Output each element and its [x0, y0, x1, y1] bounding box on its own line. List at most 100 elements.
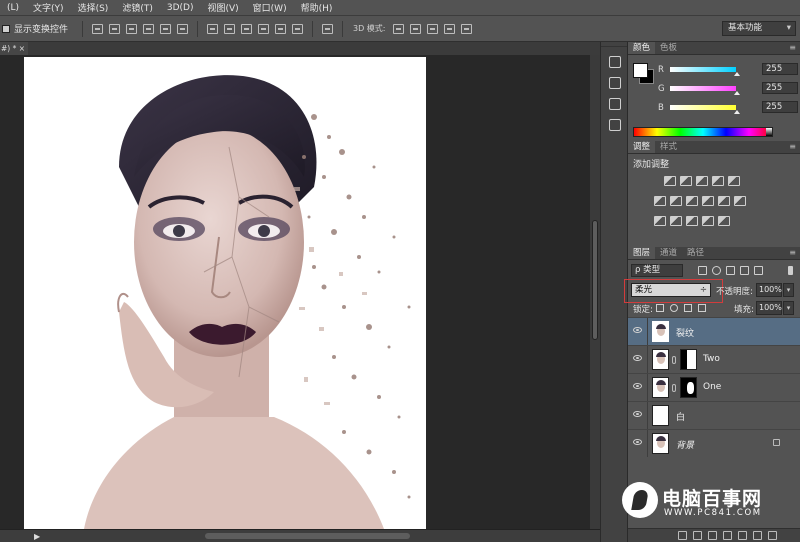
new-layer-icon[interactable]: [753, 531, 762, 540]
3d-roll-icon[interactable]: [409, 23, 421, 34]
black-white-icon[interactable]: [686, 196, 698, 206]
selective-color-icon[interactable]: [718, 216, 730, 226]
link-chain-icon[interactable]: [672, 356, 676, 364]
panel-menu-icon[interactable]: ≡: [789, 43, 796, 52]
color-balance-icon[interactable]: [670, 196, 682, 206]
info-icon[interactable]: [606, 117, 622, 131]
color-spectrum-bar[interactable]: [633, 127, 773, 137]
brightness-icon[interactable]: [664, 176, 676, 186]
visibility-eye-icon[interactable]: [633, 355, 642, 361]
distribute-top-icon[interactable]: [207, 23, 219, 34]
fill-dropdown-button[interactable]: ▾: [783, 301, 794, 315]
layer-row-crack[interactable]: 裂纹: [628, 317, 800, 345]
link-layers-icon[interactable]: [678, 531, 687, 540]
opacity-dropdown-button[interactable]: ▾: [783, 283, 794, 297]
layer-row-background[interactable]: 背景: [628, 429, 800, 457]
tab-styles[interactable]: 样式: [655, 141, 682, 153]
filter-adjustment-icon[interactable]: [712, 266, 721, 275]
distribute-vcenter-icon[interactable]: [224, 23, 236, 34]
lock-image-icon[interactable]: [670, 304, 678, 312]
red-slider-knob[interactable]: [734, 72, 740, 76]
fill-input[interactable]: 100%: [756, 301, 782, 315]
blend-mode-select[interactable]: 柔光: [631, 283, 711, 297]
3d-scale-icon[interactable]: [460, 23, 472, 34]
exposure-icon[interactable]: [712, 176, 724, 186]
red-value-input[interactable]: 255: [762, 63, 798, 75]
menu-item-window[interactable]: 窗口(W): [246, 1, 294, 14]
workspace-select[interactable]: 基本功能: [722, 21, 796, 36]
tab-layers[interactable]: 图层: [628, 247, 656, 259]
horizontal-scroll-thumb[interactable]: [205, 533, 410, 539]
distribute-bottom-icon[interactable]: [241, 23, 253, 34]
tab-adjustments[interactable]: 调整: [628, 141, 656, 153]
align-vcenter-icon[interactable]: [109, 23, 121, 34]
color-lookup-icon[interactable]: [734, 196, 746, 206]
filter-pixel-icon[interactable]: [698, 266, 707, 275]
panel-menu-icon[interactable]: ≡: [789, 248, 796, 257]
filter-smart-object-icon[interactable]: [754, 266, 763, 275]
lock-transparent-icon[interactable]: [656, 304, 664, 312]
menu-item-type[interactable]: 文字(Y): [26, 1, 71, 14]
3d-rotate-icon[interactable]: [392, 23, 404, 34]
vertical-scrollbar[interactable]: [590, 55, 600, 529]
invert-icon[interactable]: [654, 216, 666, 226]
menu-item-help[interactable]: 帮助(H): [294, 1, 340, 14]
blue-value-input[interactable]: 255: [762, 101, 798, 113]
history-icon[interactable]: [606, 54, 622, 68]
properties-icon[interactable]: [606, 96, 622, 110]
blue-slider-knob[interactable]: [734, 110, 740, 114]
curves-icon[interactable]: [696, 176, 708, 186]
add-mask-icon[interactable]: [708, 531, 717, 540]
opacity-input[interactable]: 100%: [756, 283, 782, 297]
red-bar[interactable]: [670, 67, 736, 72]
canvas-area[interactable]: [0, 55, 590, 529]
trash-icon[interactable]: [768, 531, 777, 540]
menu-item-view[interactable]: 视图(V): [200, 1, 245, 14]
play-arrow-icon[interactable]: ▶: [34, 532, 40, 541]
document-tab[interactable]: #) * ×: [0, 42, 28, 55]
panel-menu-icon[interactable]: ≡: [789, 142, 796, 151]
distribute-left-icon[interactable]: [258, 23, 270, 34]
new-adjustment-icon[interactable]: [723, 531, 732, 540]
brush-preset-icon[interactable]: [606, 75, 622, 89]
tab-paths[interactable]: 路径: [682, 247, 709, 259]
scroll-thumb[interactable]: [592, 220, 598, 340]
align-bottom-icon[interactable]: [126, 23, 138, 34]
green-bar[interactable]: [670, 86, 736, 91]
foreground-color-swatch[interactable]: [633, 63, 648, 78]
visibility-eye-icon[interactable]: [633, 327, 642, 333]
align-right-icon[interactable]: [177, 23, 189, 34]
posterize-icon[interactable]: [670, 216, 682, 226]
visibility-eye-icon[interactable]: [633, 411, 642, 417]
layer-row-two[interactable]: Two: [628, 345, 800, 373]
visibility-eye-icon[interactable]: [633, 383, 642, 389]
menu-item-layer[interactable]: (L): [0, 3, 26, 13]
menu-item-filter[interactable]: 滤镜(T): [115, 1, 160, 14]
vibrance-icon[interactable]: [728, 176, 740, 186]
tab-color[interactable]: 颜色: [628, 42, 656, 54]
levels-icon[interactable]: [680, 176, 692, 186]
filter-toggle-icon[interactable]: [788, 266, 793, 275]
distribute-hcenter-icon[interactable]: [275, 23, 287, 34]
3d-drag-icon[interactable]: [426, 23, 438, 34]
align-top-icon[interactable]: [92, 23, 104, 34]
tab-channels[interactable]: 通道: [655, 247, 682, 259]
3d-slide-icon[interactable]: [443, 23, 455, 34]
link-chain-icon[interactable]: [672, 384, 676, 392]
layer-row-one[interactable]: One: [628, 373, 800, 401]
lock-position-icon[interactable]: [684, 304, 692, 312]
filter-type-icon[interactable]: [726, 266, 735, 275]
tab-swatches[interactable]: 色板: [655, 42, 682, 54]
distribute-right-icon[interactable]: [292, 23, 304, 34]
lock-all-icon[interactable]: [698, 304, 706, 312]
align-left-icon[interactable]: [143, 23, 155, 34]
menu-item-3d[interactable]: 3D(D): [160, 3, 201, 13]
channel-mixer-icon[interactable]: [718, 196, 730, 206]
hue-saturation-icon[interactable]: [654, 196, 666, 206]
threshold-icon[interactable]: [686, 216, 698, 226]
align-hcenter-icon[interactable]: [160, 23, 172, 34]
layer-mask-thumbnail[interactable]: [680, 377, 697, 398]
layer-filter-select[interactable]: ρ 类型: [631, 264, 683, 277]
blue-bar[interactable]: [670, 105, 736, 110]
panel-grip[interactable]: [601, 42, 627, 47]
